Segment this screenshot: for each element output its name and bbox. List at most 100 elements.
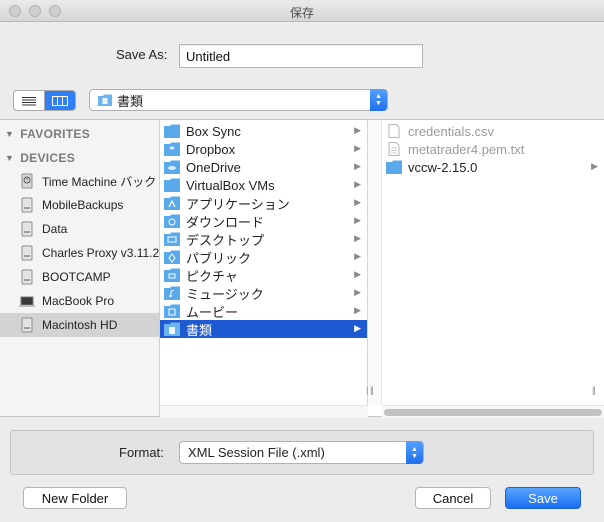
sidebar-item-charles-proxy[interactable]: Charles Proxy v3.11.2	[0, 241, 160, 265]
format-popup[interactable]: XML Session File (.xml) ▲ ▼	[179, 441, 424, 464]
list-item[interactable]: ダウンロード ▶	[160, 212, 367, 230]
disk-icon	[21, 317, 33, 333]
sidebar-item-label: BOOTCAMP	[42, 270, 111, 284]
cancel-button[interactable]: Cancel	[415, 487, 491, 509]
chevron-down-icon: ▼	[411, 452, 418, 460]
location-popup[interactable]: 書類 ▲ ▼	[89, 89, 388, 111]
list-item: credentials.csv	[382, 122, 604, 140]
document-icon	[388, 142, 400, 156]
chevron-right-icon: ▶	[354, 143, 361, 153]
pictures-folder-icon	[164, 268, 180, 282]
list-item[interactable]: 書類 ▶	[160, 320, 367, 338]
list-item[interactable]: ムービー ▶	[160, 302, 367, 320]
column-resize-handle[interactable]: ||	[370, 385, 374, 395]
sidebar-item-label: Charles Proxy v3.11.2	[42, 246, 160, 260]
file-browser: ▼ FAVORITES ▼ DEVICES Time Machine バック Mob…	[0, 119, 604, 418]
browser-column-2: credentials.csv metatrader4.pem.txt vccw…	[368, 120, 604, 416]
list-item[interactable]: アプリケーション ▶	[160, 194, 367, 212]
sidebar-item-time-machine[interactable]: Time Machine バック	[0, 169, 159, 193]
sidebar-section-favorites[interactable]: ▼ FAVORITES	[5, 127, 90, 141]
folder-icon	[164, 178, 180, 192]
save-button[interactable]: Save	[505, 487, 581, 509]
item-label: 書類	[186, 322, 213, 338]
list-item[interactable]: VirtualBox VMs ▶	[160, 176, 367, 194]
browser-column-1: Box Sync ▶ Dropbox ▶ OneDrive ▶ VirtualBox …	[160, 120, 368, 416]
documents-folder-icon	[98, 94, 112, 106]
folder-icon	[386, 160, 402, 174]
scrollbar-thumb[interactable]	[384, 409, 602, 416]
chevron-right-icon: ▶	[354, 233, 361, 243]
chevron-right-icon: ▶	[354, 323, 361, 333]
list-item[interactable]: OneDrive ▶	[160, 158, 367, 176]
sidebar-item-label: MobileBackups	[42, 198, 124, 212]
sidebar-item-data[interactable]: Data	[0, 217, 159, 241]
section-label: FAVORITES	[20, 127, 91, 141]
item-label: アプリケーション	[186, 196, 290, 212]
column-1-scroll-track[interactable]	[160, 405, 368, 418]
item-label: ムービー	[186, 304, 239, 320]
location-stepper[interactable]: ▲ ▼	[370, 89, 387, 111]
chevron-right-icon: ▶	[354, 179, 361, 189]
disk-icon	[21, 269, 33, 285]
chevron-right-icon: ▶	[591, 161, 598, 171]
public-folder-icon	[164, 250, 180, 264]
item-label: Box Sync	[186, 123, 241, 139]
item-label: デスクトップ	[186, 232, 265, 248]
chevron-right-icon: ▶	[354, 125, 361, 135]
list-item[interactable]: vccw-2.15.0 ▶	[382, 158, 604, 176]
list-item: metatrader4.pem.txt	[382, 140, 604, 158]
list-item[interactable]: パブリック ▶	[160, 248, 367, 266]
music-folder-icon	[164, 286, 180, 300]
new-folder-button[interactable]: New Folder	[23, 487, 127, 509]
chevron-down-icon: ▼	[375, 100, 382, 107]
chevron-right-icon: ▶	[354, 305, 361, 315]
sidebar-section-devices[interactable]: ▼ DEVICES	[5, 151, 75, 165]
sidebar-item-label: Data	[42, 222, 68, 236]
list-view-icon	[22, 96, 37, 105]
documents-folder-icon	[164, 322, 180, 336]
document-icon	[388, 124, 400, 138]
item-label: OneDrive	[186, 159, 241, 175]
item-label: Dropbox	[186, 141, 236, 157]
item-label: VirtualBox VMs	[186, 177, 275, 193]
disk-icon	[21, 221, 33, 237]
item-label: ピクチャ	[186, 268, 238, 284]
movies-folder-icon	[164, 304, 180, 318]
list-item[interactable]: Dropbox ▶	[160, 140, 367, 158]
save-as-field[interactable]	[179, 44, 423, 68]
list-view-button[interactable]	[14, 91, 44, 110]
column-view-icon	[52, 95, 69, 106]
column-2-scrollbar[interactable]	[382, 405, 604, 418]
time-machine-drive-icon	[21, 173, 33, 189]
sidebar-item-label: Macintosh HD	[42, 318, 118, 332]
format-stepper[interactable]: ▲ ▼	[406, 441, 423, 464]
item-label: ダウンロード	[186, 214, 265, 230]
chevron-right-icon: ▶	[354, 215, 361, 225]
chevron-up-icon: ▲	[411, 445, 418, 453]
view-mode-toggle	[13, 90, 76, 111]
format-label: Format:	[119, 445, 164, 460]
list-item[interactable]: ピクチャ ▶	[160, 266, 367, 284]
sidebar-item-macbook-pro[interactable]: MacBook Pro	[0, 289, 159, 313]
list-item[interactable]: Box Sync ▶	[160, 122, 367, 140]
sidebar-item-macintosh-hd[interactable]: Macintosh HD	[0, 313, 159, 337]
chevron-right-icon: ▶	[354, 161, 361, 171]
list-item[interactable]: デスクトップ ▶	[160, 230, 367, 248]
item-label: ミュージック	[186, 286, 264, 302]
chevron-right-icon: ▶	[354, 287, 361, 297]
list-item[interactable]: ミュージック ▶	[160, 284, 367, 302]
chevron-right-icon: ▶	[354, 269, 361, 279]
sidebar-item-bootcamp[interactable]: BOOTCAMP	[0, 265, 159, 289]
column-resize-handle[interactable]: ||	[592, 385, 596, 395]
chevron-up-icon: ▲	[375, 93, 382, 100]
applications-folder-icon	[164, 196, 180, 210]
disclosure-triangle-icon: ▼	[5, 153, 15, 163]
laptop-icon	[19, 296, 35, 307]
sidebar-item-mobilebackups[interactable]: MobileBackups	[0, 193, 159, 217]
disk-icon	[21, 197, 33, 213]
disk-icon	[21, 245, 33, 261]
save-as-label: Save As:	[116, 47, 168, 62]
column-view-button[interactable]	[44, 91, 75, 110]
cloud-folder-icon	[164, 160, 180, 174]
section-label: DEVICES	[20, 151, 76, 165]
